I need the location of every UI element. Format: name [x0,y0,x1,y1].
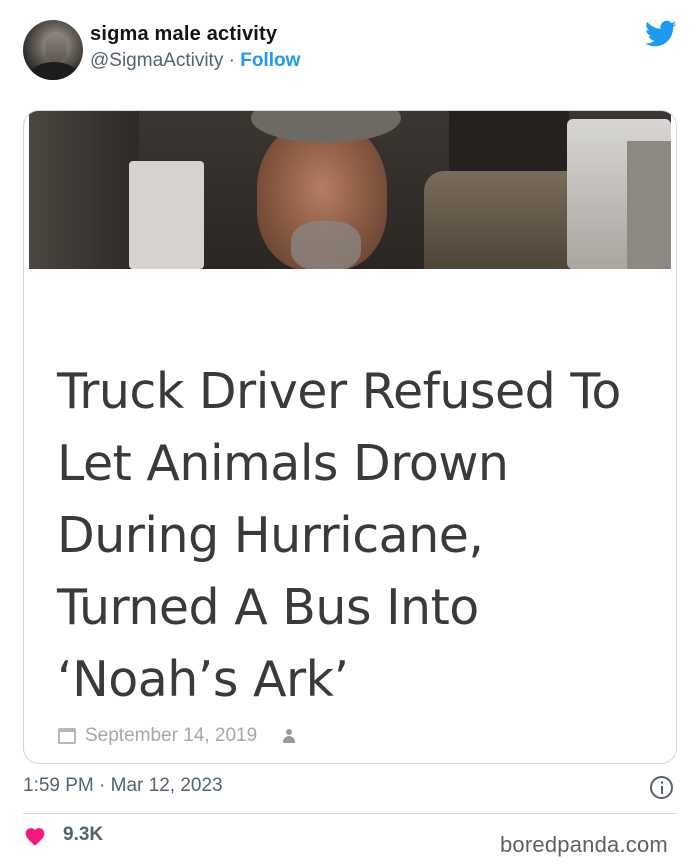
tweet: sigma male activity @SigmaActivity · Fol… [0,0,700,866]
avatar-face [45,32,67,62]
avatar[interactable] [23,20,83,80]
info-icon[interactable] [650,776,673,799]
author-handle-row: @SigmaActivity · Follow [90,50,300,72]
article-meta: September 14, 2019 [58,725,296,747]
watermark: boredpanda.com [500,832,668,857]
follow-button[interactable]: Follow [240,50,300,71]
divider [23,813,677,814]
heart-icon[interactable] [24,826,46,846]
handle-separator: · [223,50,241,71]
like-count[interactable]: 9.3K [63,824,103,846]
article-photo [29,111,671,269]
author-display-name[interactable]: sigma male activity [90,23,277,46]
article-headline: Truck Driver Refused To Let Animals Drow… [57,363,621,708]
article-date: September 14, 2019 [85,725,258,746]
tweet-timestamp[interactable]: 1:59 PM · Mar 12, 2023 [23,775,223,797]
avatar-shoulder [29,62,79,80]
twitter-bird-icon[interactable] [645,20,677,48]
embedded-article-card[interactable]: Truck Driver Refused To Let Animals Drow… [23,110,677,764]
calendar-icon [58,728,76,744]
user-icon [283,729,296,743]
author-handle[interactable]: @SigmaActivity [90,50,223,71]
